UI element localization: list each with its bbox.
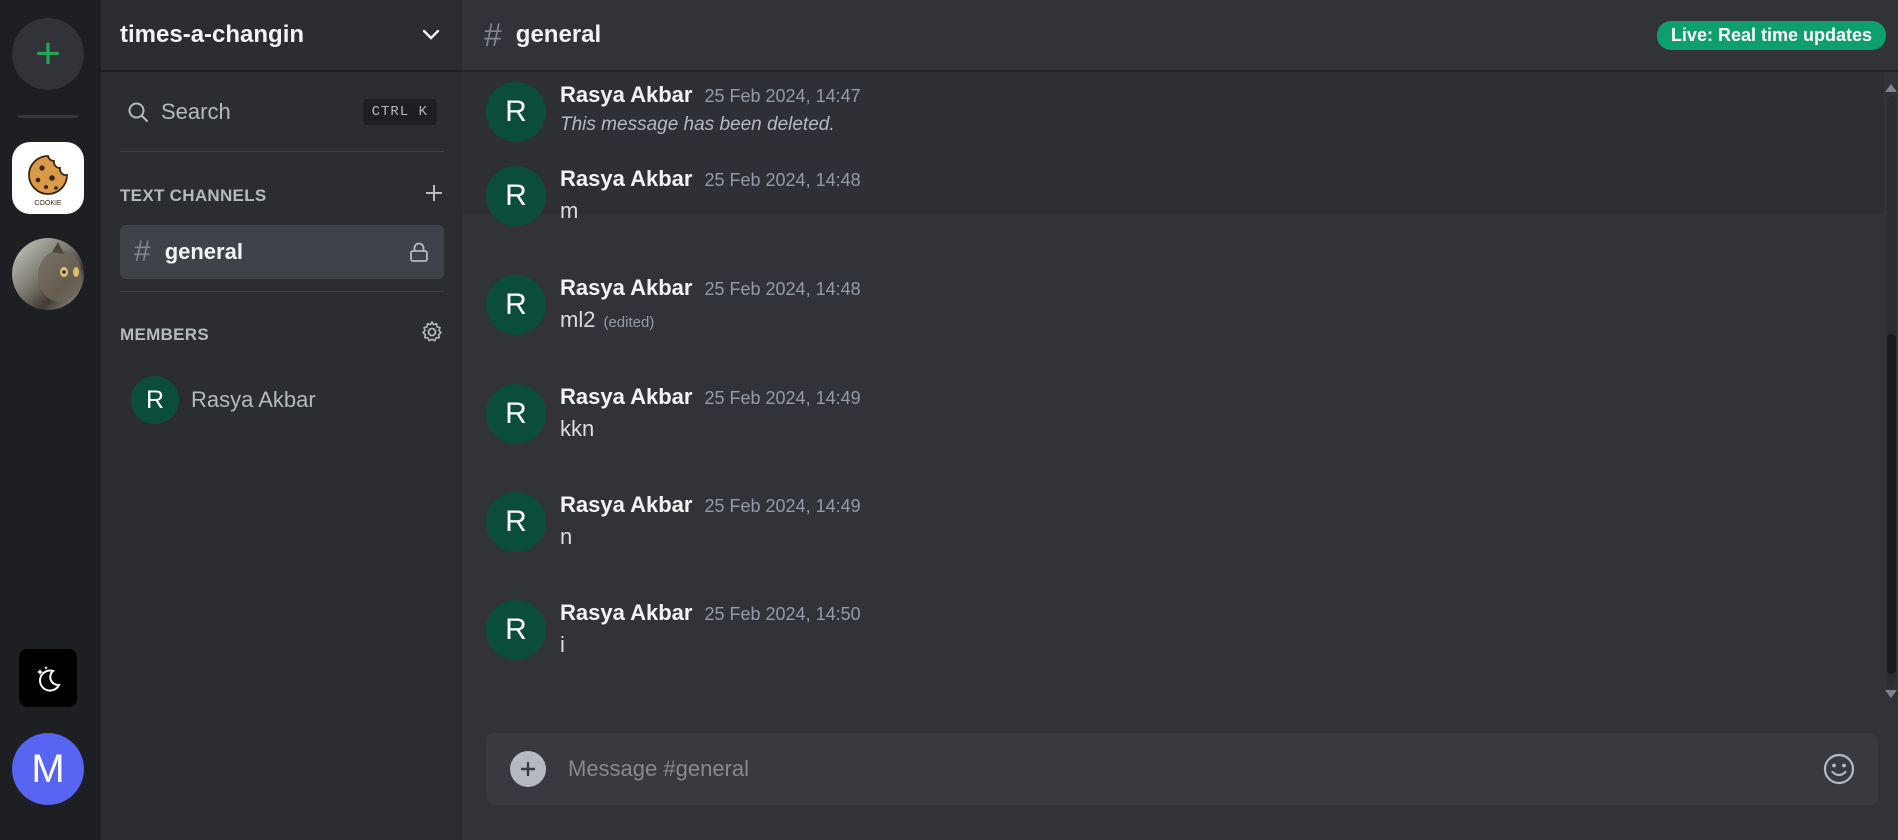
message-text: i [560, 632, 565, 657]
scroll-up-arrow-icon[interactable] [1885, 84, 1897, 92]
members-title: MEMBERS [120, 325, 209, 344]
message-list[interactable]: R Rasya Akbar 25 Feb 2024, 14:47 This me… [462, 72, 1884, 710]
moon-stars-icon [37, 666, 61, 692]
search-label: Search [161, 99, 231, 124]
message-timestamp: 25 Feb 2024, 14:48 [704, 170, 861, 190]
message-author[interactable]: Rasya Akbar [560, 82, 692, 108]
message-item[interactable]: R Rasya Akbar 25 Feb 2024, 14:48 m [462, 166, 1884, 226]
search-shortcut-badge: CTRL K [362, 99, 437, 125]
channel-item-general[interactable]: # general [120, 225, 444, 279]
message-author[interactable]: Rasya Akbar [560, 492, 692, 518]
plus-icon: + [35, 29, 61, 78]
server-cookie-button[interactable]: COOKIE [12, 142, 84, 214]
add-server-button[interactable]: + [12, 18, 84, 90]
message-text: ml2 (edited) [560, 307, 861, 333]
message-timestamp: 25 Feb 2024, 14:48 [704, 279, 861, 299]
message-item[interactable]: R Rasya Akbar 25 Feb 2024, 14:49 kkn [462, 384, 1884, 444]
message-composer [486, 733, 1878, 805]
add-channel-icon[interactable] [424, 183, 444, 203]
avatar: R [486, 275, 546, 335]
scroll-down-arrow-icon[interactable] [1885, 690, 1897, 698]
avatar: R [486, 166, 546, 226]
avatar: R [131, 376, 179, 424]
message-text: This message has been deleted. [560, 114, 835, 135]
cookie-server-label: COOKIE [34, 200, 62, 207]
channel-sidebar: times-a-changin Search CTRL K TEXT CHANN… [101, 0, 462, 840]
cat-server-icon [38, 242, 82, 302]
message-item[interactable]: R Rasya Akbar 25 Feb 2024, 14:48 ml2 (edi… [462, 275, 1884, 335]
sidebar-divider [120, 151, 444, 152]
member-item[interactable]: R Rasya Akbar [131, 376, 316, 424]
gear-icon[interactable] [420, 320, 444, 344]
search-icon [128, 102, 148, 122]
cookie-server-icon: COOKIE [28, 155, 68, 207]
chat-main: # general Live: Real time updates R Rasy… [462, 0, 1898, 840]
sidebar-divider [120, 291, 444, 292]
message-timestamp: 25 Feb 2024, 14:49 [704, 496, 861, 516]
avatar: R [486, 384, 546, 444]
plus-icon [521, 762, 535, 776]
message-text: m [560, 198, 579, 223]
hash-icon: # [134, 235, 151, 268]
server-cat-button[interactable] [12, 238, 84, 310]
server-name: times-a-changin [120, 21, 305, 48]
theme-toggle-button[interactable] [19, 649, 77, 707]
scrollbar-thumb[interactable] [1887, 334, 1896, 674]
channel-title: general [515, 21, 602, 48]
hash-icon: # [484, 16, 502, 53]
edited-indicator: (edited) [603, 314, 655, 331]
message-timestamp: 25 Feb 2024, 14:47 [704, 86, 861, 106]
channel-name: general [164, 239, 243, 264]
avatar: R [486, 82, 546, 142]
lock-icon [410, 242, 428, 262]
message-author[interactable]: Rasya Akbar [560, 166, 692, 192]
live-status-badge: Live: Real time updates [1656, 20, 1886, 50]
message-input[interactable] [568, 756, 1822, 782]
message-author[interactable]: Rasya Akbar [560, 275, 692, 301]
message-author[interactable]: Rasya Akbar [560, 600, 692, 626]
chevron-down-icon[interactable] [420, 24, 442, 46]
attach-button[interactable] [510, 751, 546, 787]
message-item[interactable]: R Rasya Akbar 25 Feb 2024, 14:49 n [462, 492, 1884, 552]
message-author[interactable]: Rasya Akbar [560, 384, 692, 410]
text-channels-title: TEXT CHANNELS [120, 186, 267, 205]
emoji-icon[interactable] [1822, 752, 1856, 786]
member-name: Rasya Akbar [191, 387, 316, 412]
message-item[interactable]: R Rasya Akbar 25 Feb 2024, 14:50 i [462, 600, 1884, 660]
message-timestamp: 25 Feb 2024, 14:50 [704, 604, 861, 624]
message-text-content: ml2 [560, 307, 596, 332]
message-scrollbar[interactable] [1884, 84, 1898, 698]
user-initial: M [31, 746, 65, 791]
server-header[interactable]: times-a-changin [101, 0, 462, 72]
message-text: kkn [560, 416, 595, 441]
rail-separator [18, 115, 78, 118]
channel-topbar: # general Live: Real time updates [462, 0, 1898, 72]
avatar: R [486, 600, 546, 660]
user-avatar-button[interactable]: M [12, 733, 84, 805]
message-timestamp: 25 Feb 2024, 14:49 [704, 388, 861, 408]
avatar: R [486, 492, 546, 552]
message-text: n [560, 524, 573, 549]
server-rail: + COOKIE M [0, 0, 101, 840]
search-button[interactable]: Search CTRL K [127, 93, 437, 131]
